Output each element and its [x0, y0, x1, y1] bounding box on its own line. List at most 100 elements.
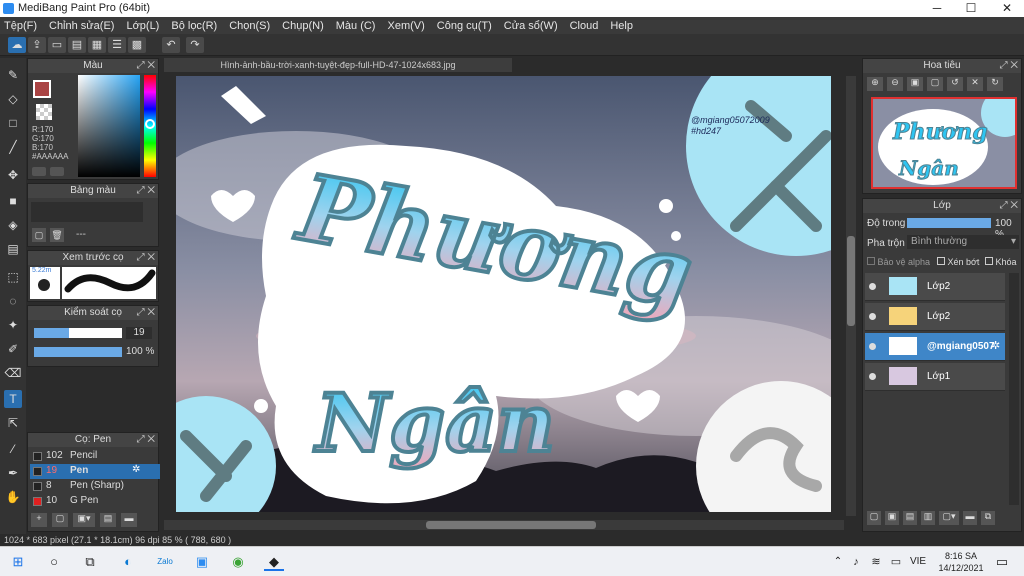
volume-icon[interactable]: ♪	[846, 553, 866, 571]
task-view-icon[interactable]: ⧉	[80, 553, 100, 571]
zalo-icon[interactable]: Zalo	[154, 553, 176, 571]
chat-icon[interactable]: ▭	[48, 37, 66, 53]
search-icon[interactable]: ○	[44, 553, 64, 571]
zoom-out-icon[interactable]: ⊖	[887, 77, 903, 91]
new-layer-icon[interactable]: ▢	[867, 511, 881, 525]
fill-rect-tool-icon[interactable]: ■	[4, 192, 22, 210]
share-icon[interactable]: ⇪	[28, 37, 46, 53]
foreground-color-swatch[interactable]	[33, 80, 51, 98]
bucket-tool-icon[interactable]: ◈	[4, 216, 22, 234]
panel-close-icon[interactable]: ⤢ ✕	[137, 433, 155, 447]
chevron-up-icon[interactable]: ⌃	[828, 553, 848, 571]
menu-window[interactable]: Cửa sổ(W)	[504, 20, 558, 32]
operation-tool-icon[interactable]: ⇱	[4, 414, 22, 432]
rectangle-tool-icon[interactable]: □	[4, 114, 22, 132]
color-picker-area[interactable]	[78, 75, 140, 177]
clock[interactable]: 8:16 SA 14/12/2021	[936, 550, 986, 574]
lock-checkbox[interactable]	[985, 257, 993, 265]
layer-row[interactable]: Lớp2	[865, 273, 1005, 301]
list-icon[interactable]: ☰	[108, 37, 126, 53]
menu-help[interactable]: Help	[610, 20, 633, 32]
brush-item[interactable]: 8 Pen (Sharp)	[30, 479, 160, 494]
new-palette-icon[interactable]: ▢	[32, 228, 46, 242]
pen-tool-icon[interactable]: ✒	[4, 464, 22, 482]
vertical-scrollbar[interactable]	[846, 76, 856, 516]
blend-mode-select[interactable]: Bình thường ▾	[907, 235, 1019, 249]
brush-opacity-slider[interactable]	[34, 347, 122, 357]
brush-size-slider[interactable]	[34, 328, 122, 338]
brush-item[interactable]: 102 Pencil	[30, 449, 160, 464]
eraser-tool-icon[interactable]: ◇	[4, 90, 22, 108]
vertical-scrollbar-thumb[interactable]	[847, 236, 855, 326]
delete-palette-icon[interactable]: 🗑	[50, 228, 64, 242]
layer-row-selected[interactable]: @mgiang0507 ✲	[865, 333, 1005, 361]
menu-file[interactable]: Tệp(F)	[4, 20, 37, 32]
panel-close-icon[interactable]: ⤢ ✕	[137, 306, 155, 320]
select-pen-tool-icon[interactable]: ✐	[4, 340, 22, 358]
add-brush-icon[interactable]: +	[31, 513, 47, 527]
protect-alpha-checkbox[interactable]	[867, 257, 875, 265]
maximize-button[interactable]: ☐	[954, 0, 988, 17]
notification-icon[interactable]: ▭	[992, 553, 1012, 571]
brush-item[interactable]: 10 G Pen	[30, 494, 160, 509]
zoom-in-icon[interactable]: ⊕	[867, 77, 883, 91]
new-halftone-layer-icon[interactable]: ▣	[885, 511, 899, 525]
horizontal-scrollbar-thumb[interactable]	[426, 521, 596, 529]
zoom-icon[interactable]: ▣	[192, 553, 212, 571]
edge-icon[interactable]: ◐	[118, 553, 138, 571]
layer-opacity-slider[interactable]	[907, 218, 991, 228]
move-tool-icon[interactable]: ✥	[4, 166, 22, 184]
rotate-right-icon[interactable]: ↻	[987, 77, 1003, 91]
close-button[interactable]: ✕	[990, 0, 1024, 17]
eye-icon[interactable]	[869, 313, 876, 320]
menu-color[interactable]: Màu (C)	[336, 20, 376, 32]
eye-icon[interactable]	[869, 343, 876, 350]
gradient-tool-icon[interactable]: ▤	[4, 240, 22, 258]
page-icon[interactable]: ▦	[88, 37, 106, 53]
layer-scrollbar[interactable]	[1009, 273, 1019, 505]
menu-cloud[interactable]: Cloud	[570, 20, 599, 32]
menu-edit[interactable]: Chỉnh sửa(E)	[49, 20, 114, 32]
battery-icon[interactable]: ▭	[886, 553, 906, 571]
navigator-thumbnail[interactable]: Phương Ngân	[871, 97, 1017, 189]
layer-menu-icon[interactable]: ▢▾	[939, 511, 959, 525]
hue-handle[interactable]	[145, 119, 155, 129]
actual-size-icon[interactable]: ▢	[927, 77, 943, 91]
rotate-reset-icon[interactable]: ✕	[967, 77, 983, 91]
lasso-tool-icon[interactable]: ◌	[4, 292, 22, 310]
clipping-checkbox[interactable]	[937, 257, 945, 265]
color-mode-button-2[interactable]	[50, 167, 64, 176]
artwork-canvas[interactable]: Phương Ngân @mgiang05072009 #hd247	[176, 76, 831, 512]
menu-view[interactable]: Xem(V)	[387, 20, 424, 32]
brush-settings-icon[interactable]: ✲	[132, 464, 140, 475]
color-mode-button[interactable]	[32, 167, 46, 176]
brush-opacity-value[interactable]: 100 %	[126, 346, 154, 357]
copy-brush-icon[interactable]: ▤	[100, 513, 116, 527]
merge-layer-icon[interactable]: ⧉	[981, 511, 995, 525]
hue-slider[interactable]	[144, 75, 156, 177]
eye-icon[interactable]	[869, 373, 876, 380]
menu-filter[interactable]: Bộ lọc(R)	[171, 20, 217, 32]
minimize-button[interactable]: ─	[920, 0, 954, 17]
layer-settings-icon[interactable]: ✲	[991, 339, 1000, 352]
magic-wand-tool-icon[interactable]: ✦	[4, 316, 22, 334]
brush-tool-icon[interactable]: ✎	[4, 66, 22, 84]
brush-item-selected[interactable]: 19 Pen ✲	[30, 464, 160, 479]
panel-close-icon[interactable]: ⤢ ✕	[137, 251, 155, 265]
brush-menu-icon[interactable]: ▣▾	[73, 513, 95, 527]
panel-close-icon[interactable]: ⤢ ✕	[137, 59, 155, 73]
windows-start-icon[interactable]: ⊞	[8, 553, 28, 571]
new-1bit-layer-icon[interactable]: ▤	[903, 511, 917, 525]
rotate-left-icon[interactable]: ↺	[947, 77, 963, 91]
select-eraser-tool-icon[interactable]: ⌫	[4, 364, 22, 382]
brush-size-value[interactable]: 19	[126, 327, 152, 339]
language-indicator[interactable]: VIE	[906, 553, 930, 571]
select-rect-tool-icon[interactable]: ⬚	[4, 268, 22, 286]
hand-tool-icon[interactable]: ✋	[4, 488, 22, 506]
line-tool-icon[interactable]: ╱	[4, 138, 22, 156]
layer-row[interactable]: Lớp2	[865, 303, 1005, 331]
comment-icon[interactable]: ▤	[68, 37, 86, 53]
transparent-color-swatch[interactable]	[36, 104, 52, 120]
folder-icon[interactable]: ▬	[121, 513, 137, 527]
medibang-icon[interactable]: ◆	[264, 553, 284, 571]
